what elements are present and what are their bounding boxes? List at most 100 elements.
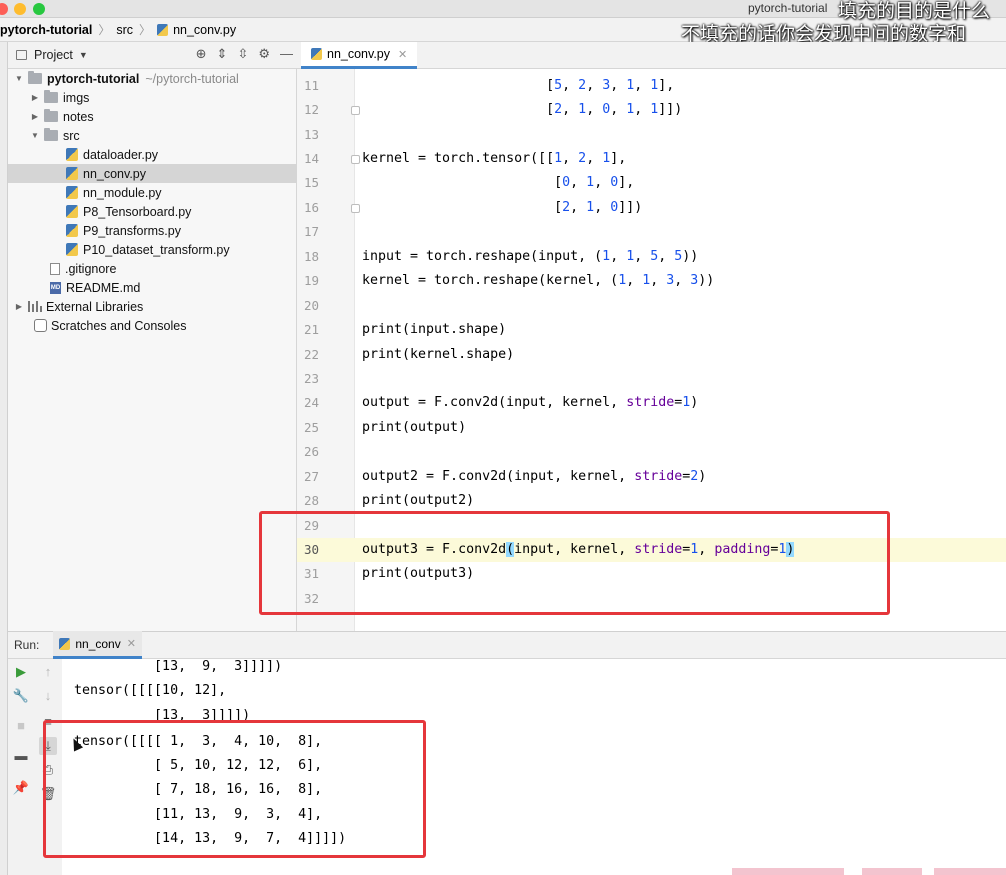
- project-view-icon: [16, 50, 27, 60]
- tree-item-label: External Libraries: [46, 299, 144, 314]
- python-file-icon: [157, 23, 169, 36]
- tree-item-label: P8_Tensorboard.py: [83, 204, 192, 219]
- tree-item-label: dataloader.py: [83, 147, 159, 162]
- tab-label: nn_conv.py: [327, 47, 391, 61]
- highlight-box-code: [259, 511, 890, 615]
- tree-item-label: imgs: [63, 90, 90, 105]
- line-number: 24: [303, 395, 319, 410]
- project-view-selector[interactable]: Project: [34, 48, 73, 62]
- fold-marker-icon[interactable]: [351, 204, 360, 213]
- line-number: 17: [303, 224, 319, 239]
- tree-item-file[interactable]: dataloader.py: [8, 145, 297, 164]
- code-line[interactable]: [2, 1, 0, 1, 1]]): [362, 98, 682, 122]
- markdown-file-icon: MD: [50, 281, 61, 294]
- breadcrumb-file-label: nn_conv.py: [173, 22, 237, 37]
- gear-icon[interactable]: ⚙: [258, 46, 270, 62]
- scroll-up-icon[interactable]: ↑: [39, 663, 57, 681]
- tree-item-file[interactable]: P9_transforms.py: [8, 221, 297, 240]
- line-number: 18: [303, 249, 319, 264]
- subtitle-bar-fragment: [934, 868, 1006, 875]
- scroll-down-icon[interactable]: ↓: [39, 687, 57, 705]
- tree-item-readme[interactable]: MD README.md: [8, 278, 297, 297]
- chevron-down-icon[interactable]: ▼: [79, 50, 88, 60]
- expand-arrow-icon[interactable]: ▶: [30, 112, 40, 121]
- line-number: 12: [303, 102, 319, 117]
- code-line[interactable]: output2 = F.conv2d(input, kernel, stride…: [362, 465, 706, 489]
- expand-arrow-icon[interactable]: ▶: [30, 93, 40, 102]
- tree-item-label: .gitignore: [65, 261, 117, 276]
- code-line[interactable]: input = torch.reshape(input, (1, 1, 5, 5…: [362, 245, 698, 269]
- tool-window-strip[interactable]: [0, 42, 8, 875]
- fold-marker-icon[interactable]: [351, 106, 360, 115]
- tree-item-root[interactable]: ▼ pytorch-tutorial ~/pytorch-tutorial: [8, 69, 297, 88]
- editor-tab-bar: nn_conv.py ✕: [297, 42, 1006, 69]
- tree-item-src[interactable]: ▼ src: [8, 126, 297, 145]
- python-file-icon: [66, 224, 78, 237]
- python-file-icon: [66, 186, 78, 199]
- line-number: 14: [303, 151, 319, 166]
- code-line[interactable]: [5, 2, 3, 1, 1],: [362, 74, 674, 98]
- code-line[interactable]: kernel = torch.reshape(kernel, (1, 1, 3,…: [362, 269, 714, 293]
- breadcrumb-project[interactable]: pytorch-tutorial: [0, 23, 92, 37]
- tree-item-file-selected[interactable]: nn_conv.py: [8, 164, 297, 183]
- locate-file-icon[interactable]: ⊕: [196, 46, 207, 62]
- project-tree: ▼ pytorch-tutorial ~/pytorch-tutorial ▶ …: [8, 69, 297, 631]
- code-line[interactable]: output = F.conv2d(input, kernel, stride=…: [362, 391, 698, 415]
- maximize-window-button[interactable]: [33, 3, 45, 15]
- code-line[interactable]: print(input.shape): [362, 318, 506, 342]
- run-tab-label: nn_conv: [75, 636, 121, 651]
- chevron-right-icon: 〉: [139, 23, 152, 37]
- wrench-icon[interactable]: 🔧: [12, 687, 30, 705]
- expand-arrow-icon[interactable]: ▶: [14, 302, 24, 311]
- hide-panel-icon[interactable]: —: [280, 46, 293, 62]
- close-icon[interactable]: ✕: [127, 637, 136, 650]
- project-panel-header: Project ▼ ⊕ ⇕ ⇳ ⚙ —: [8, 42, 297, 69]
- tree-item-imgs[interactable]: ▶ imgs: [8, 88, 297, 107]
- code-line[interactable]: print(output): [362, 416, 466, 440]
- subtitle-bar-fragment: [862, 868, 922, 875]
- code-line[interactable]: kernel = torch.tensor([[1, 2, 1],: [362, 147, 626, 171]
- breadcrumb-folder[interactable]: src: [116, 23, 133, 37]
- expand-arrow-icon[interactable]: ▼: [14, 74, 24, 83]
- expand-all-icon[interactable]: ⇕: [217, 46, 228, 62]
- python-file-icon: [66, 205, 78, 218]
- fold-marker-icon[interactable]: [351, 155, 360, 164]
- minimize-window-button[interactable]: [14, 3, 26, 15]
- tree-item-label: Scratches and Consoles: [51, 318, 187, 333]
- tree-item-external-libraries[interactable]: ▶ External Libraries: [8, 297, 297, 316]
- collapse-all-icon[interactable]: ⇳: [237, 46, 248, 62]
- tree-item-scratches[interactable]: Scratches and Consoles: [8, 316, 297, 335]
- tree-item-file[interactable]: P10_dataset_transform.py: [8, 240, 297, 259]
- rerun-icon[interactable]: ▶: [12, 663, 30, 681]
- close-window-button[interactable]: [0, 3, 8, 15]
- tree-item-file[interactable]: P8_Tensorboard.py: [8, 202, 297, 221]
- subtitle-bar-fragment: [732, 868, 844, 875]
- close-icon[interactable]: ✕: [398, 48, 407, 61]
- scratch-icon: [34, 319, 47, 332]
- code-line[interactable]: [2, 1, 0]]): [362, 196, 642, 220]
- breadcrumb-file[interactable]: nn_conv.py: [157, 23, 236, 37]
- code-line[interactable]: print(output2): [362, 489, 474, 513]
- folder-icon: [44, 90, 58, 103]
- line-number: 23: [303, 371, 319, 386]
- code-line[interactable]: print(kernel.shape): [362, 343, 514, 367]
- pin-icon[interactable]: 📌: [12, 779, 30, 797]
- stop-icon[interactable]: ■: [12, 717, 30, 735]
- tree-item-label: P10_dataset_transform.py: [83, 242, 230, 257]
- console-line: [13, 9, 3]]]]): [74, 659, 283, 674]
- tree-item-gitignore[interactable]: .gitignore: [8, 259, 297, 278]
- line-number: 13: [303, 127, 319, 142]
- tree-item-notes[interactable]: ▶ notes: [8, 107, 297, 126]
- line-number: 28: [303, 493, 319, 508]
- line-number: 27: [303, 469, 319, 484]
- line-number: 19: [303, 273, 319, 288]
- folder-icon: [44, 109, 58, 122]
- tree-item-path: ~/pytorch-tutorial: [145, 71, 239, 86]
- line-number: 20: [303, 298, 319, 313]
- tab-nn-conv[interactable]: nn_conv.py ✕: [301, 42, 418, 69]
- line-number: 16: [303, 200, 319, 215]
- expand-arrow-icon[interactable]: ▼: [30, 131, 40, 140]
- layout-icon[interactable]: ▬: [12, 747, 30, 765]
- code-line[interactable]: [0, 1, 0],: [362, 171, 634, 195]
- tree-item-file[interactable]: nn_module.py: [8, 183, 297, 202]
